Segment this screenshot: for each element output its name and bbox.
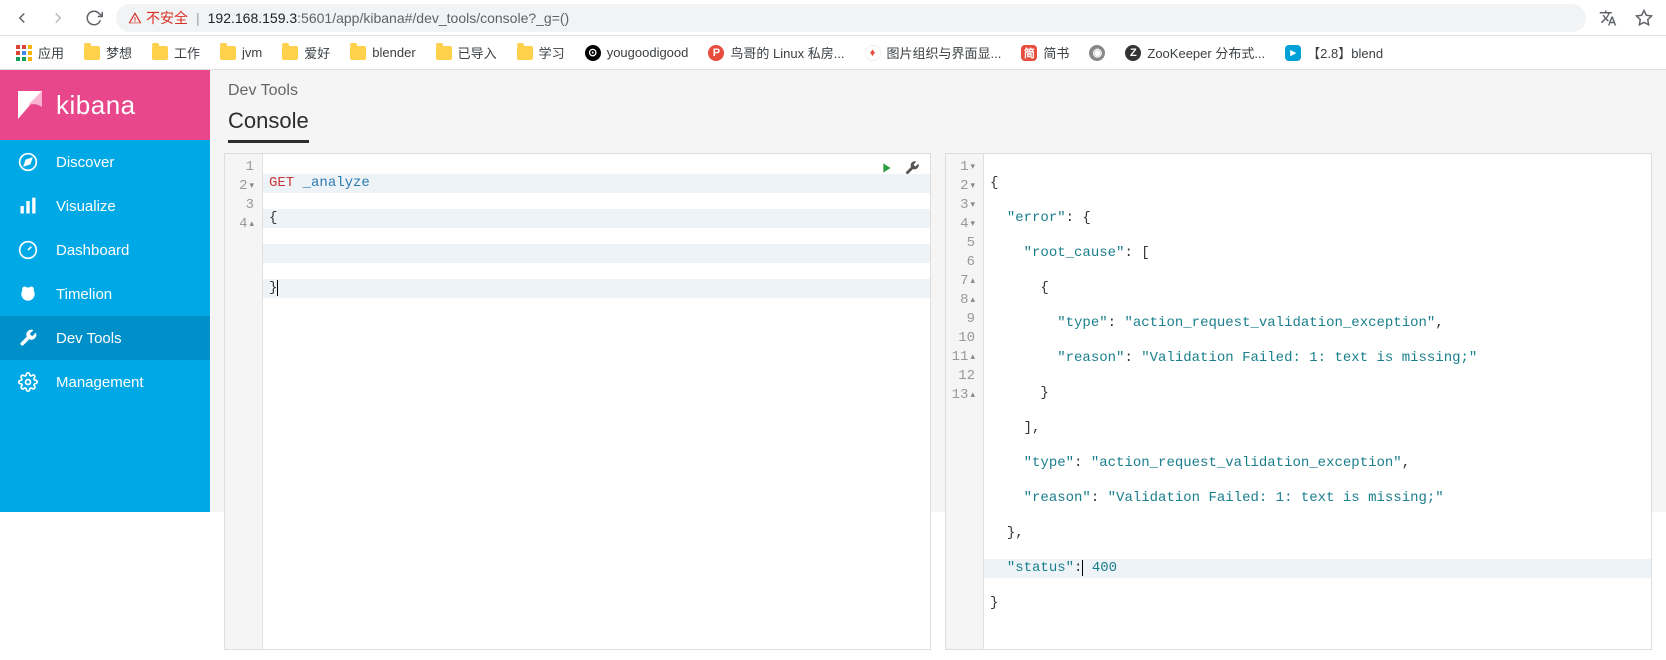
sidebar-item-dashboard[interactable]: Dashboard: [0, 228, 210, 272]
bookmark-label: 工作: [174, 43, 200, 62]
favicon: ♦: [865, 45, 881, 61]
tab-console[interactable]: Console: [228, 108, 309, 143]
tabs: Console: [210, 108, 1666, 143]
bookmark-label: jvm: [242, 45, 262, 60]
bookmark-link[interactable]: ▸ 【2.8】blend: [1277, 39, 1391, 66]
logo[interactable]: kibana: [0, 70, 210, 140]
editor-actions: [878, 160, 920, 176]
url-text: 192.168.159.3:5601/app/kibana#/dev_tools…: [208, 10, 570, 26]
bookmark-folder[interactable]: 工作: [144, 39, 208, 66]
request-editor[interactable]: 1 2▾ 3 4▴ GET _analyze { }: [224, 153, 931, 650]
bookmark-label: ZooKeeper 分布式...: [1147, 43, 1265, 62]
bookmark-folder[interactable]: 已导入: [428, 39, 505, 66]
bookmark-label: 爱好: [304, 43, 330, 62]
bookmarks-bar: 应用 梦想 工作 jvm 爱好 blender 已导入 学习 ⊙ yougoodi…: [0, 36, 1666, 70]
content-area: Dev Tools Console 1 2▾ 3 4▴ GET _analyze…: [210, 70, 1666, 512]
translate-icon[interactable]: [1594, 4, 1622, 32]
folder-icon: [350, 46, 366, 60]
url-bar[interactable]: 不安全 | 192.168.159.3:5601/app/kibana#/dev…: [116, 4, 1586, 32]
bookmark-link[interactable]: ◉: [1081, 41, 1113, 65]
apps-button[interactable]: 应用: [8, 39, 72, 66]
apps-grid-icon: [16, 45, 32, 61]
gear-icon: [18, 372, 38, 392]
gauge-icon: [18, 240, 38, 260]
folder-icon: [517, 46, 533, 60]
sidebar-item-discover[interactable]: Discover: [0, 140, 210, 184]
bookmark-link[interactable]: ⊙ yougoodigood: [577, 41, 697, 65]
bookmark-star-icon[interactable]: [1630, 4, 1658, 32]
bookmark-label: 图片组织与界面显...: [887, 43, 1002, 62]
timelion-icon: [18, 284, 38, 304]
bookmark-label: 鸟哥的 Linux 私房...: [730, 43, 844, 62]
bookmark-folder[interactable]: 梦想: [76, 39, 140, 66]
favicon: ▸: [1285, 45, 1301, 61]
play-icon[interactable]: [878, 160, 894, 176]
request-code[interactable]: GET _analyze { }: [263, 154, 930, 649]
sidebar-item-label: Management: [56, 374, 144, 391]
folder-icon: [84, 46, 100, 60]
bookmark-folder[interactable]: 学习: [509, 39, 573, 66]
sidebar-item-label: Timelion: [56, 286, 112, 303]
folder-icon: [220, 46, 236, 60]
wrench-icon[interactable]: [904, 160, 920, 176]
bookmark-label: 学习: [539, 43, 565, 62]
insecure-label: 不安全: [146, 8, 188, 28]
github-icon: ⊙: [585, 45, 601, 61]
nav-forward-button[interactable]: [44, 4, 72, 32]
folder-icon: [282, 46, 298, 60]
bookmark-label: yougoodigood: [607, 45, 689, 60]
insecure-warning: 不安全: [128, 8, 188, 28]
folder-icon: [152, 46, 168, 60]
brand-text: kibana: [56, 90, 136, 121]
favicon: P: [708, 45, 724, 61]
sidebar-item-devtools[interactable]: Dev Tools: [0, 316, 210, 360]
bookmark-label: 【2.8】blend: [1307, 43, 1383, 62]
line-gutter: 1▾ 2▾ 3▾ 4▾ 5 6 7▴ 8▴ 9 10 11▴ 12 13▴: [946, 154, 984, 649]
bookmark-folder[interactable]: jvm: [212, 41, 270, 64]
nav-back-button[interactable]: [8, 4, 36, 32]
bookmark-label: 简书: [1043, 43, 1069, 62]
compass-icon: [18, 152, 38, 172]
sidebar-item-label: Discover: [56, 154, 114, 171]
response-code: { "error": { "root_cause": [ { "type": "…: [984, 154, 1651, 649]
bookmark-label: blender: [372, 45, 415, 60]
bookmark-label: 已导入: [458, 43, 497, 62]
bar-chart-icon: [18, 196, 38, 216]
folder-icon: [436, 46, 452, 60]
bookmark-label: 梦想: [106, 43, 132, 62]
sidebar-item-management[interactable]: Management: [0, 360, 210, 404]
browser-toolbar: 不安全 | 192.168.159.3:5601/app/kibana#/dev…: [0, 0, 1666, 36]
sidebar-item-visualize[interactable]: Visualize: [0, 184, 210, 228]
kibana-app: kibana Discover Visualize Dashboard Time…: [0, 70, 1666, 512]
bookmark-link[interactable]: ♦ 图片组织与界面显...: [857, 39, 1010, 66]
sidebar-item-label: Visualize: [56, 198, 116, 215]
bookmark-link[interactable]: P 鸟哥的 Linux 私房...: [700, 39, 852, 66]
globe-icon: ◉: [1089, 45, 1105, 61]
bookmark-link[interactable]: 简简书: [1013, 39, 1077, 66]
response-viewer[interactable]: 1▾ 2▾ 3▾ 4▾ 5 6 7▴ 8▴ 9 10 11▴ 12 13▴ { …: [945, 153, 1652, 650]
sidebar-item-timelion[interactable]: Timelion: [0, 272, 210, 316]
sidebar: kibana Discover Visualize Dashboard Time…: [0, 70, 210, 512]
apps-label: 应用: [38, 43, 64, 62]
kibana-logo-icon: [14, 89, 46, 121]
breadcrumb: Dev Tools: [210, 70, 1666, 108]
sidebar-item-label: Dev Tools: [56, 330, 122, 347]
line-gutter: 1 2▾ 3 4▴: [225, 154, 263, 649]
sidebar-item-label: Dashboard: [56, 242, 129, 259]
bookmark-folder[interactable]: blender: [342, 41, 423, 64]
wrench-icon: [18, 328, 38, 348]
favicon: 简: [1021, 45, 1037, 61]
nav-reload-button[interactable]: [80, 4, 108, 32]
favicon: Z: [1125, 45, 1141, 61]
bookmark-folder[interactable]: 爱好: [274, 39, 338, 66]
bookmark-link[interactable]: Z ZooKeeper 分布式...: [1117, 39, 1273, 66]
